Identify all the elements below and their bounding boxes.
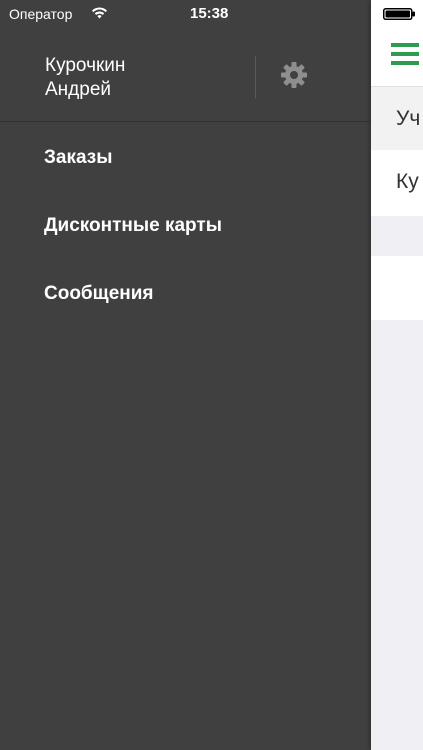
main-content-panel[interactable]: Уч Ку xyxy=(371,0,423,750)
user-name[interactable]: Курочкин Андрей xyxy=(45,54,225,102)
list-item-text: Ку xyxy=(396,170,419,193)
wifi-icon xyxy=(92,7,107,19)
list-item-empty[interactable] xyxy=(371,256,423,320)
drawer-menu: Заказы Дисконтные карты Сообщения xyxy=(0,124,371,328)
profile-header: Курочкин Андрей xyxy=(0,42,371,122)
menu-item-label: Дисконтные карты xyxy=(44,215,222,236)
menu-item-label: Сообщения xyxy=(44,283,154,304)
menu-item-label: Заказы xyxy=(44,147,113,168)
gear-icon[interactable] xyxy=(279,60,309,90)
hamburger-menu-icon[interactable] xyxy=(391,42,419,66)
status-bar: Оператор 15:38 xyxy=(0,0,371,28)
side-drawer: Оператор 15:38 Курочкин Андрей Заказы Ди… xyxy=(0,0,371,750)
list-item[interactable]: Ку xyxy=(371,150,423,216)
menu-item-messages[interactable]: Сообщения xyxy=(0,260,371,328)
content-background xyxy=(371,320,423,750)
header-divider xyxy=(255,56,256,98)
status-time: 15:38 xyxy=(190,5,229,22)
section-gap xyxy=(371,216,423,256)
carrier-label: Оператор xyxy=(9,6,73,22)
section-header-text: Уч xyxy=(396,107,421,130)
battery-icon xyxy=(383,8,415,20)
section-header: Уч xyxy=(371,87,423,150)
header-separator xyxy=(0,121,371,122)
menu-item-orders[interactable]: Заказы xyxy=(0,124,371,192)
menu-item-discount-cards[interactable]: Дисконтные карты xyxy=(0,192,371,260)
